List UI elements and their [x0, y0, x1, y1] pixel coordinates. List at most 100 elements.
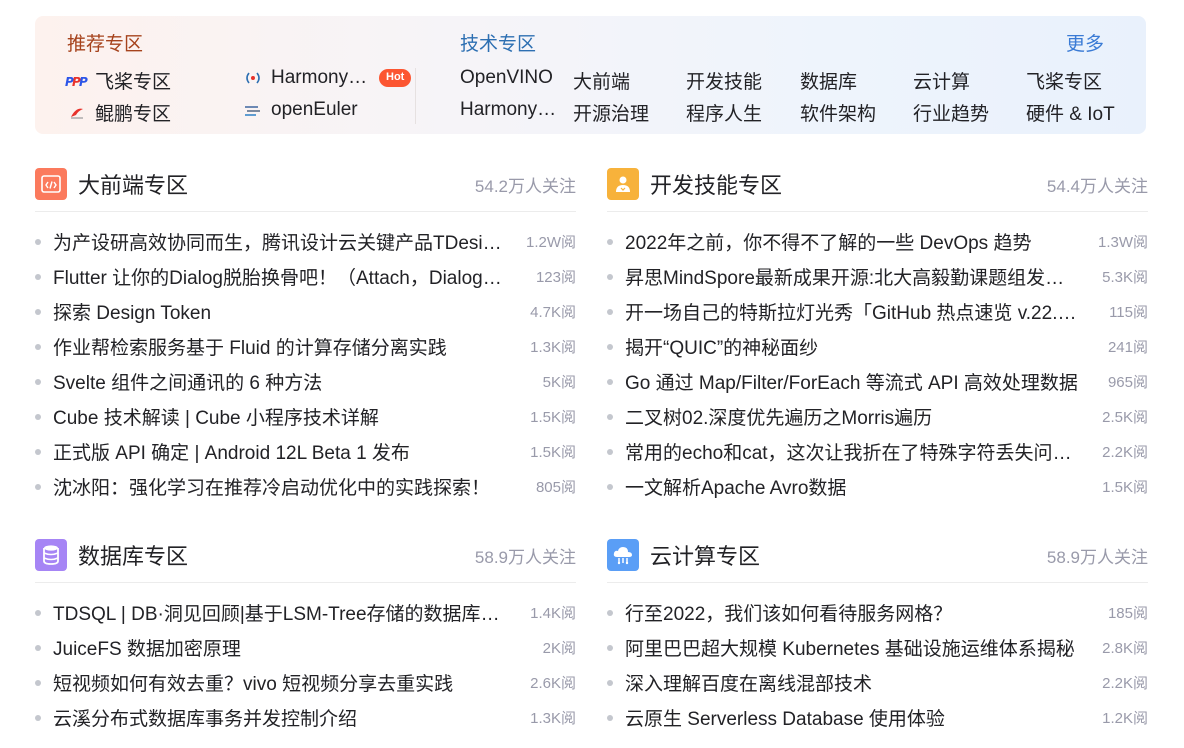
list-item[interactable]: 正式版 API 确定 | Android 12L Beta 1 发布 1.5K阅	[35, 434, 576, 469]
tech-link-frontend[interactable]: 大前端	[573, 67, 675, 94]
tech-link-software-arch[interactable]: 软件架构	[800, 99, 902, 126]
tech-link-harmonyos[interactable]: HarmonyOS	[460, 99, 562, 121]
article-title[interactable]: 深入理解百度在离线混部技术	[625, 669, 1083, 696]
recommend-item-label: openEuler	[271, 99, 358, 120]
view-count: 1.5K阅	[1102, 479, 1148, 496]
list-item[interactable]: JuiceFS 数据加密原理 2K阅	[35, 630, 576, 665]
article-title[interactable]: 二叉树02.深度优先遍历之Morris遍历	[625, 403, 1083, 430]
list-item[interactable]: 2022年之前，你不得不了解的一些 DevOps 趋势 1.3W阅	[607, 224, 1148, 259]
recommend-item-kunpeng[interactable]: 鲲鹏专区	[65, 99, 171, 126]
article-title[interactable]: 常用的echo和cat，这次让我折在了特殊字符丢失问题上了	[625, 438, 1083, 465]
list-item[interactable]: Svelte 组件之间通讯的 6 种方法 5K阅	[35, 364, 576, 399]
section-header: 数据库专区 58.9万人关注	[35, 527, 576, 583]
view-count: 1.5K阅	[530, 444, 576, 461]
list-item[interactable]: 深入理解百度在离线混部技术 2.2K阅	[607, 665, 1148, 700]
article-title[interactable]: 短视频如何有效去重？vivo 短视频分享去重实践	[53, 669, 511, 696]
article-title[interactable]: 云原生 Serverless Database 使用体验	[625, 704, 1083, 731]
article-title[interactable]: Cube 技术解读 | Cube 小程序技术详解	[53, 403, 511, 430]
more-link[interactable]: 更多	[1066, 29, 1104, 56]
list-item[interactable]: 揭开“QUIC”的神秘面纱 241阅	[607, 329, 1148, 364]
tech-link-paddle[interactable]: 飞桨专区	[1026, 67, 1128, 94]
article-title[interactable]: 2022年之前，你不得不了解的一些 DevOps 趋势	[625, 228, 1083, 255]
view-count: 1.2K阅	[1102, 710, 1148, 727]
list-item[interactable]: 为产设研高效协同而生，腾讯设计云关键产品TDesign发布 1.2W阅	[35, 224, 576, 259]
list-item[interactable]: 阿里巴巴超大规模 Kubernetes 基础设施运维体系揭秘 2.8K阅	[607, 630, 1148, 665]
article-title[interactable]: JuiceFS 数据加密原理	[53, 634, 511, 661]
article-title[interactable]: 云溪分布式数据库事务并发控制介绍	[53, 704, 511, 731]
article-title[interactable]: 为产设研高效协同而生，腾讯设计云关键产品TDesign发布	[53, 228, 511, 255]
list-item[interactable]: 常用的echo和cat，这次让我折在了特殊字符丢失问题上了 2.2K阅	[607, 434, 1148, 469]
bullet-dot	[35, 483, 41, 490]
article-title[interactable]: 昇思MindSpore最新成果开源:北大高毅勤课题组发布分子模拟库	[625, 263, 1083, 290]
section-header: 云计算专区 58.9万人关注	[607, 527, 1148, 583]
article-title[interactable]: TDSQL | DB·洞见回顾|基于LSM-Tree存储的数据库性能改进	[53, 599, 511, 626]
tech-link-cloud[interactable]: 云计算	[913, 67, 1015, 94]
article-title[interactable]: 一文解析Apache Avro数据	[625, 473, 1083, 500]
recommend-item-paddle[interactable]: P P P 飞桨专区	[65, 67, 171, 94]
bullet-dot	[35, 679, 41, 686]
kunpeng-icon	[65, 103, 89, 123]
article-title[interactable]: 作业帮检索服务基于 Fluid 的计算存储分离实践	[53, 333, 511, 360]
list-item[interactable]: 二叉树02.深度优先遍历之Morris遍历 2.5K阅	[607, 399, 1148, 434]
bullet-dot	[35, 448, 41, 455]
list-item[interactable]: 探索 Design Token 4.7K阅	[35, 294, 576, 329]
section-title[interactable]: 开发技能专区	[650, 168, 782, 200]
follow-count: 54.4万人关注	[1046, 177, 1148, 196]
section-title[interactable]: 数据库专区	[78, 539, 188, 571]
article-title[interactable]: 沈冰阳：强化学习在推荐冷启动优化中的实践探索！	[53, 473, 511, 500]
tech-link-openvino[interactable]: OpenVINO	[460, 67, 562, 89]
list-item[interactable]: 开一场自己的特斯拉灯光秀「GitHub 热点速览 v.22.01」 115阅	[607, 294, 1148, 329]
tech-link-hardware-iot[interactable]: 硬件 & IoT	[1026, 99, 1136, 126]
tech-link-programmer-life[interactable]: 程序人生	[686, 99, 788, 126]
list-item[interactable]: Cube 技术解读 | Cube 小程序技术详解 1.5K阅	[35, 399, 576, 434]
section-title[interactable]: 云计算专区	[650, 539, 760, 571]
list-item[interactable]: Flutter 让你的Dialog脱胎换骨吧！（Attach，Dialog，Dr…	[35, 259, 576, 294]
list-item[interactable]: 短视频如何有效去重？vivo 短视频分享去重实践 2.6K阅	[35, 665, 576, 700]
section-cloud: 云计算专区 58.9万人关注 行至2022，我们该如何看待服务网格？ 185阅 阿…	[607, 527, 1148, 735]
bullet-dot	[35, 238, 41, 245]
section-frontend: 大前端专区 54.2万人关注 为产设研高效协同而生，腾讯设计云关键产品TDesi…	[35, 156, 576, 504]
tech-link-oss-governance[interactable]: 开源治理	[573, 99, 675, 126]
list-item[interactable]: 云溪分布式数据库事务并发控制介绍 1.3K阅	[35, 700, 576, 735]
bullet-dot	[607, 483, 613, 490]
code-icon	[35, 168, 67, 200]
list-item[interactable]: 一文解析Apache Avro数据 1.5K阅	[607, 469, 1148, 504]
tech-link-dev-skills[interactable]: 开发技能	[686, 67, 788, 94]
section-title[interactable]: 大前端专区	[78, 168, 188, 200]
article-title[interactable]: 正式版 API 确定 | Android 12L Beta 1 发布	[53, 438, 511, 465]
article-title[interactable]: Flutter 让你的Dialog脱胎换骨吧！（Attach，Dialog，Dr…	[53, 263, 511, 290]
article-title[interactable]: Svelte 组件之间通讯的 6 种方法	[53, 368, 511, 395]
list-item[interactable]: 云原生 Serverless Database 使用体验 1.2K阅	[607, 700, 1148, 735]
list-item[interactable]: 行至2022，我们该如何看待服务网格？ 185阅	[607, 595, 1148, 630]
bullet-dot	[607, 413, 613, 420]
recommend-item-label: HarmonyOS	[271, 67, 371, 88]
nav-divider	[415, 68, 416, 124]
article-title[interactable]: 阿里巴巴超大规模 Kubernetes 基础设施运维体系揭秘	[625, 634, 1083, 661]
view-count: 1.2W阅	[525, 234, 576, 251]
recommend-item-harmony[interactable]: HarmonyOS Hot	[241, 67, 412, 89]
tech-link-database[interactable]: 数据库	[800, 67, 902, 94]
bullet-dot	[607, 644, 613, 651]
view-count: 2.2K阅	[1102, 444, 1148, 461]
article-title[interactable]: Go 通过 Map/Filter/ForEach 等流式 API 高效处理数据	[625, 368, 1083, 395]
bullet-dot	[35, 273, 41, 280]
article-list: 2022年之前，你不得不了解的一些 DevOps 趋势 1.3W阅 昇思MindS…	[607, 212, 1148, 504]
view-count: 965阅	[1107, 374, 1148, 391]
developer-icon	[607, 168, 639, 200]
list-item[interactable]: TDSQL | DB·洞见回顾|基于LSM-Tree存储的数据库性能改进 1.4K…	[35, 595, 576, 630]
view-count: 2K阅	[542, 640, 576, 657]
hot-badge: Hot	[379, 69, 412, 87]
bullet-dot	[35, 308, 41, 315]
bullet-dot	[607, 448, 613, 455]
article-title[interactable]: 探索 Design Token	[53, 298, 511, 325]
article-title[interactable]: 行至2022，我们该如何看待服务网格？	[625, 599, 1083, 626]
tech-link-industry-trends[interactable]: 行业趋势	[913, 99, 1015, 126]
list-item[interactable]: 昇思MindSpore最新成果开源:北大高毅勤课题组发布分子模拟库 5.3K阅	[607, 259, 1148, 294]
recommend-item-openeuler[interactable]: openEuler	[241, 99, 358, 121]
article-title[interactable]: 开一场自己的特斯拉灯光秀「GitHub 热点速览 v.22.01」	[625, 298, 1083, 325]
article-title[interactable]: 揭开“QUIC”的神秘面纱	[625, 333, 1083, 360]
list-item[interactable]: Go 通过 Map/Filter/ForEach 等流式 API 高效处理数据 9…	[607, 364, 1148, 399]
section-header: 开发技能专区 54.4万人关注	[607, 156, 1148, 212]
list-item[interactable]: 沈冰阳：强化学习在推荐冷启动优化中的实践探索！ 805阅	[35, 469, 576, 504]
list-item[interactable]: 作业帮检索服务基于 Fluid 的计算存储分离实践 1.3K阅	[35, 329, 576, 364]
